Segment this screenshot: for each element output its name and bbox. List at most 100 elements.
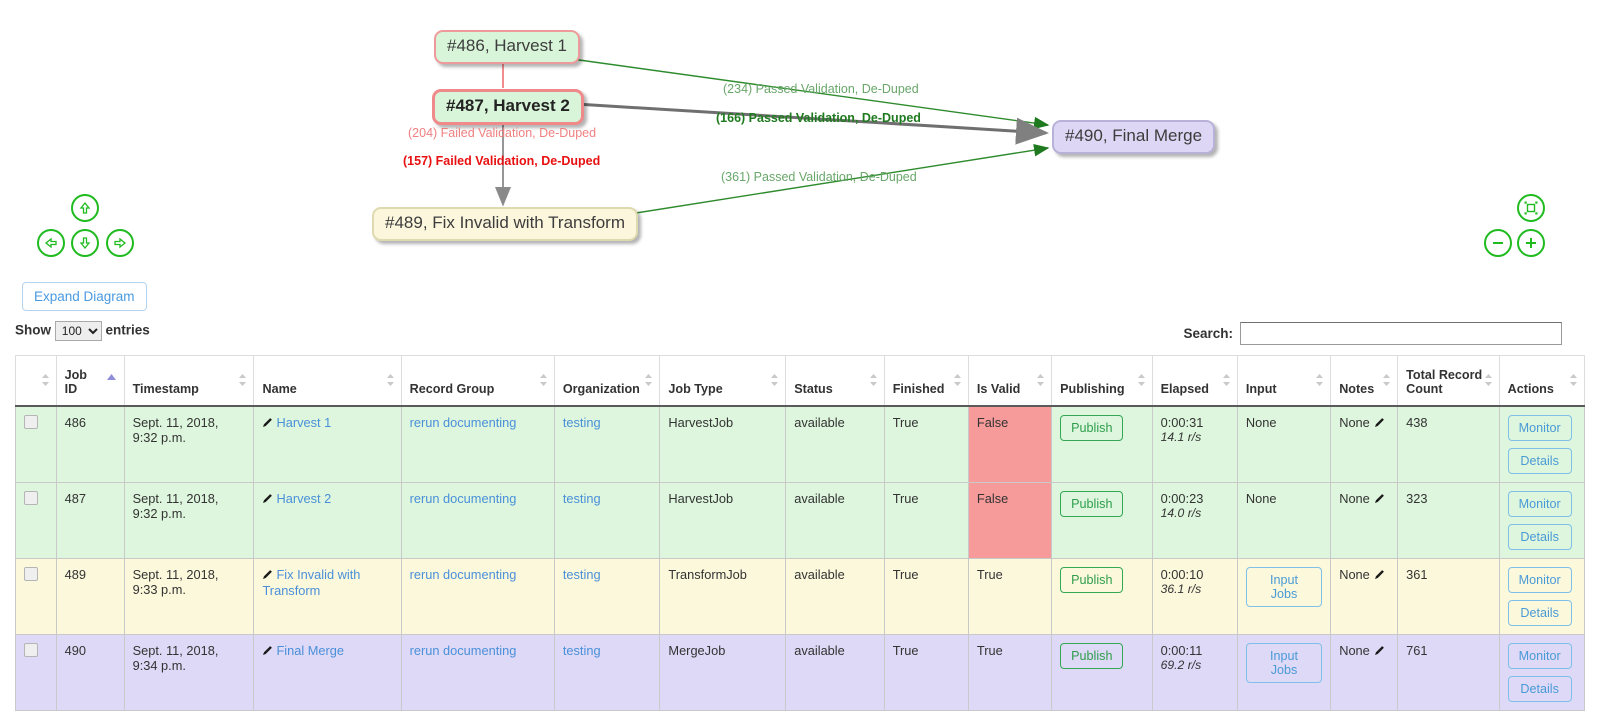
pencil-icon bbox=[1374, 493, 1384, 503]
job-name-link[interactable]: Fix Invalid with Transform bbox=[262, 567, 360, 598]
edit-name-button[interactable] bbox=[262, 644, 273, 659]
expand-diagram-button[interactable]: Expand Diagram bbox=[22, 282, 147, 311]
th-timestamp[interactable]: Timestamp bbox=[123, 355, 255, 407]
record-group-link[interactable]: rerun documenting bbox=[410, 491, 517, 506]
th-finished-label: Finished bbox=[892, 381, 945, 396]
input-jobs-button[interactable]: Input Jobs bbox=[1245, 566, 1323, 607]
th-status[interactable]: Status bbox=[785, 355, 885, 407]
pencil-icon bbox=[1374, 417, 1384, 427]
record-group-link[interactable]: rerun documenting bbox=[410, 567, 517, 582]
organization-link[interactable]: testing bbox=[563, 567, 601, 582]
monitor-button[interactable]: Monitor bbox=[1507, 414, 1572, 441]
organization-link[interactable]: testing bbox=[563, 643, 601, 658]
th-record-group[interactable]: Record Group bbox=[400, 355, 555, 407]
arrow-right-icon bbox=[114, 237, 127, 249]
edit-notes-button[interactable] bbox=[1374, 568, 1385, 583]
job-name-link[interactable]: Final Merge bbox=[276, 643, 344, 658]
edit-notes-button[interactable] bbox=[1374, 644, 1385, 659]
th-select-all[interactable] bbox=[15, 355, 57, 407]
record-group-link[interactable]: rerun documenting bbox=[410, 415, 517, 430]
th-total-record-count[interactable]: Total Record Count bbox=[1397, 355, 1500, 407]
page-length-select[interactable]: 102550100 bbox=[54, 321, 102, 341]
pan-left-button[interactable] bbox=[37, 229, 65, 257]
sort-indicator-icon bbox=[1383, 374, 1391, 387]
job-name-link[interactable]: Harvest 1 bbox=[276, 415, 331, 430]
th-input[interactable]: Input bbox=[1236, 355, 1332, 407]
cell-finished: True bbox=[883, 405, 969, 483]
th-is-valid[interactable]: Is Valid bbox=[967, 355, 1053, 407]
sort-indicator-icon bbox=[239, 374, 247, 387]
publish-button[interactable]: Publish bbox=[1060, 642, 1124, 669]
job-lineage-diagram[interactable]: #486, Harvest 1 #487, Harvest 2 #489, Fi… bbox=[0, 0, 1600, 270]
monitor-button[interactable]: Monitor bbox=[1507, 490, 1572, 517]
table-row[interactable]: 486 Sept. 11, 2018, 9:32 p.m. Harvest 1 rer… bbox=[15, 405, 1586, 483]
row-checkbox[interactable] bbox=[24, 642, 38, 657]
arrow-up-icon bbox=[79, 201, 91, 214]
edit-name-button[interactable] bbox=[262, 568, 273, 583]
zoom-out-button[interactable] bbox=[1484, 229, 1512, 257]
table-row[interactable]: 490 Sept. 11, 2018, 9:34 p.m. Final Merge r… bbox=[15, 633, 1586, 711]
fit-to-screen-button[interactable] bbox=[1517, 194, 1545, 222]
cell-status: available bbox=[785, 557, 885, 635]
th-job-type[interactable]: Job Type bbox=[659, 355, 787, 407]
organization-link[interactable]: testing bbox=[563, 491, 601, 506]
edit-name-button[interactable] bbox=[262, 416, 273, 431]
edit-notes-button[interactable] bbox=[1374, 416, 1385, 431]
sort-indicator-icon bbox=[1137, 374, 1145, 387]
details-button[interactable]: Details bbox=[1507, 599, 1572, 626]
publish-button[interactable]: Publish bbox=[1060, 566, 1124, 593]
job-name-link[interactable]: Harvest 2 bbox=[276, 491, 331, 506]
th-elapsed[interactable]: Elapsed bbox=[1151, 355, 1238, 407]
publish-button[interactable]: Publish bbox=[1060, 490, 1124, 517]
cell-input: Input Jobs bbox=[1236, 633, 1332, 711]
cell-elapsed: 0:00:31 14.1 r/s bbox=[1151, 405, 1238, 483]
th-job-id[interactable]: Job ID bbox=[55, 355, 125, 407]
monitor-button[interactable]: Monitor bbox=[1507, 566, 1572, 593]
diagram-node-489[interactable]: #489, Fix Invalid with Transform bbox=[372, 207, 638, 241]
pan-right-button[interactable] bbox=[106, 229, 134, 257]
details-button[interactable]: Details bbox=[1507, 675, 1572, 702]
table-row[interactable]: 487 Sept. 11, 2018, 9:32 p.m. Harvest 2 rer… bbox=[15, 481, 1586, 559]
th-notes[interactable]: Notes bbox=[1330, 355, 1399, 407]
edit-notes-button[interactable] bbox=[1374, 492, 1385, 507]
sort-indicator-icon bbox=[1037, 374, 1045, 387]
row-checkbox[interactable] bbox=[24, 566, 38, 581]
input-jobs-button[interactable]: Input Jobs bbox=[1245, 642, 1323, 683]
edit-name-button[interactable] bbox=[262, 492, 273, 507]
diagram-node-486[interactable]: #486, Harvest 1 bbox=[434, 30, 581, 64]
record-group-link[interactable]: rerun documenting bbox=[410, 643, 517, 658]
pan-down-button[interactable] bbox=[71, 229, 99, 257]
edge-label-487-to-490: (166) Passed Validation, De-Duped bbox=[716, 111, 921, 125]
row-checkbox[interactable] bbox=[24, 414, 38, 429]
th-organization[interactable]: Organization bbox=[553, 355, 661, 407]
publish-button[interactable]: Publish bbox=[1060, 414, 1124, 441]
jobs-table-body: 486 Sept. 11, 2018, 9:32 p.m. Harvest 1 rer… bbox=[15, 405, 1586, 711]
cell-record-group: rerun documenting bbox=[400, 481, 555, 559]
diagram-node-487[interactable]: #487, Harvest 2 bbox=[432, 89, 584, 125]
cell-actions: Monitor Details bbox=[1498, 633, 1586, 711]
zoom-in-button[interactable] bbox=[1517, 229, 1545, 257]
cell-input: None bbox=[1236, 481, 1332, 559]
th-actions[interactable]: Actions bbox=[1498, 355, 1586, 407]
minus-icon bbox=[1493, 242, 1503, 244]
table-row[interactable]: 489 Sept. 11, 2018, 9:33 p.m. Fix Invalid … bbox=[15, 557, 1586, 635]
sort-indicator-icon bbox=[41, 374, 49, 387]
sort-indicator-icon bbox=[539, 374, 547, 387]
cell-notes: None bbox=[1330, 557, 1399, 635]
diagram-node-490[interactable]: #490, Final Merge bbox=[1052, 120, 1216, 154]
th-name[interactable]: Name bbox=[253, 355, 402, 407]
th-publishing[interactable]: Publishing bbox=[1051, 355, 1153, 407]
cell-publishing: Publish bbox=[1051, 557, 1153, 635]
details-button[interactable]: Details bbox=[1507, 523, 1572, 550]
details-button[interactable]: Details bbox=[1507, 447, 1572, 474]
sort-indicator-icon bbox=[1222, 374, 1230, 387]
organization-link[interactable]: testing bbox=[563, 415, 601, 430]
pan-up-button[interactable] bbox=[71, 194, 99, 222]
th-finished[interactable]: Finished bbox=[883, 355, 969, 407]
cell-organization: testing bbox=[553, 633, 661, 711]
cell-is-valid: True bbox=[967, 633, 1053, 711]
row-checkbox[interactable] bbox=[24, 490, 38, 505]
cell-job-type: MergeJob bbox=[659, 633, 787, 711]
search-input[interactable] bbox=[1240, 322, 1562, 345]
monitor-button[interactable]: Monitor bbox=[1507, 642, 1572, 669]
